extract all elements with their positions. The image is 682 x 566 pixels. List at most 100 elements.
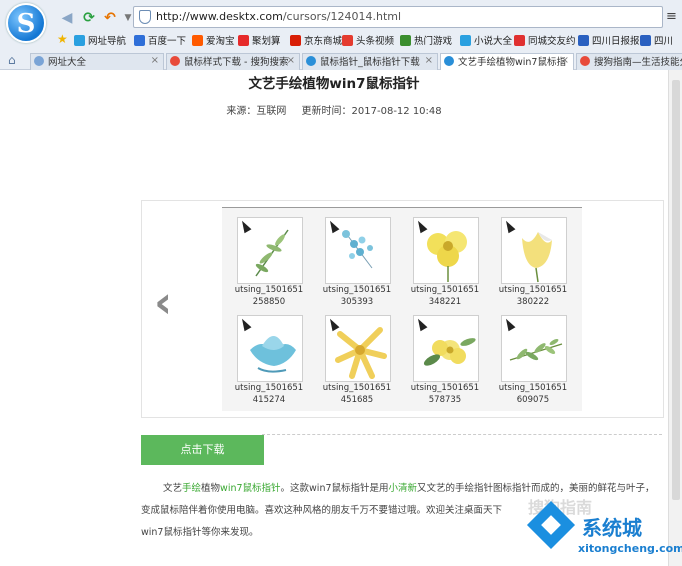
chevron-left-icon[interactable]: ‹ (154, 281, 172, 325)
thumbnail-frame (413, 315, 479, 382)
tab-label: 鼠标指针_鼠标指针下载 (320, 57, 420, 68)
page-content: 文艺手绘植物win7鼠标指针 来源：互联网 更新时间：2017-08-12 10… (0, 70, 668, 566)
thumbnail-frame (413, 217, 479, 284)
tab-label: 文艺手绘植物win7鼠标指 (458, 57, 566, 68)
cursor-thumbnail[interactable]: utsing_1501651 380222 (490, 214, 576, 312)
forward-refresh-icon[interactable]: ⟳ (80, 9, 98, 27)
tab-favicon-icon (580, 56, 590, 66)
favorite-label: 同城交友约 (528, 36, 576, 47)
tab-label: 搜狗指南—生活技能分享 (594, 57, 682, 68)
keyword-link[interactable]: 手绘 (182, 483, 201, 494)
favorite-site-icon (74, 35, 85, 46)
favorite-link[interactable]: 小说大全 (460, 33, 512, 47)
thumbnail-caption: utsing_1501651 305393 (322, 285, 392, 307)
close-icon[interactable]: × (151, 55, 159, 66)
thumbnail-frame (501, 315, 567, 382)
thumbnail-frame (501, 217, 567, 284)
browser-tab[interactable]: 鼠标样式下载 - 搜狗搜索 × (166, 53, 300, 70)
article-updated: 更新时间：2017-08-12 10:48 (301, 106, 442, 117)
watermark: 搜狗指南 系统城 xitongcheng.com (526, 494, 682, 564)
favorite-link[interactable]: 聚划算 (238, 33, 281, 47)
favorite-label: 爱淘宝 (206, 36, 235, 47)
favorite-label: 热门游戏 (414, 36, 453, 47)
address-bar[interactable]: http://www.desktx.com/cursors/124014.htm… (133, 6, 663, 28)
favorite-label: 四川 (654, 36, 674, 47)
star-icon[interactable]: ★ (57, 32, 68, 46)
favorite-link[interactable]: 四川 (640, 33, 673, 47)
thumbnail-frame (237, 217, 303, 284)
favorite-site-icon (134, 35, 145, 46)
article-source: 来源：互联网 (226, 106, 287, 117)
favorite-label: 聚划算 (252, 36, 281, 47)
favorite-site-icon (342, 35, 353, 46)
favorite-link[interactable]: 四川日报报 (578, 33, 640, 47)
close-icon[interactable]: × (561, 55, 569, 66)
close-icon[interactable]: × (425, 55, 433, 66)
security-shield-icon (139, 10, 151, 24)
thumbnail-frame (237, 315, 303, 382)
download-button[interactable]: 点击下载 (141, 435, 264, 465)
menu-icon[interactable]: ≡ (666, 9, 677, 24)
cursor-thumbnail[interactable]: utsing_1501651 305393 (314, 214, 400, 312)
cursor-thumbnail[interactable]: utsing_1501651 258850 (226, 214, 312, 312)
preview-gallery: ‹ utsing_1501651 258850 utsing_1501651 3053… (141, 200, 664, 418)
favorite-label: 头条视频 (356, 36, 395, 47)
favorite-site-icon (400, 35, 411, 46)
favorite-link[interactable]: 热门游戏 (400, 33, 452, 47)
favorite-site-icon (290, 35, 301, 46)
keyword-link[interactable]: 小清新 (389, 483, 418, 494)
url-text[interactable]: http://www.desktx.com/cursors/124014.htm… (156, 10, 401, 23)
tab-favicon-icon (34, 56, 44, 66)
favorite-site-icon (460, 35, 471, 46)
favorite-link[interactable]: 同城交友约 (514, 33, 576, 47)
tab-favicon-icon (444, 56, 454, 66)
cursor-preview-sheet: utsing_1501651 258850 utsing_1501651 305393… (222, 207, 582, 411)
tab-label: 网址大全 (48, 57, 87, 68)
thumbnail-caption: utsing_1501651 609075 (498, 383, 568, 405)
thumbnail-caption: utsing_1501651 578735 (410, 383, 480, 405)
article-title: 文艺手绘植物win7鼠标指针 (248, 76, 420, 92)
favorite-label: 京东商城 (304, 36, 343, 47)
tab-bar: 网址大全 × 鼠标样式下载 - 搜狗搜索 × 鼠标指针_鼠标指针下载 × 文艺手绘植物win… (0, 52, 682, 70)
tab-label: 鼠标样式下载 - 搜狗搜索 (184, 57, 289, 68)
favorite-link[interactable]: 头条视频 (342, 33, 394, 47)
keyword-link[interactable]: win7鼠标指针 (220, 483, 280, 494)
thumbnail-caption: utsing_1501651 348221 (410, 285, 480, 307)
cursor-thumbnail[interactable]: utsing_1501651 578735 (402, 312, 488, 410)
favorite-label: 百度一下 (148, 36, 187, 47)
favorite-site-icon (192, 35, 203, 46)
thumbnail-caption: utsing_1501651 258850 (234, 285, 304, 307)
browser-tab[interactable]: 文艺手绘植物win7鼠标指 × (440, 53, 574, 70)
thumbnail-caption: utsing_1501651 380222 (498, 285, 568, 307)
vertical-scrollbar[interactable] (668, 70, 682, 566)
favorite-site-icon (640, 35, 651, 46)
cursor-thumbnail[interactable]: utsing_1501651 415274 (226, 312, 312, 410)
favorite-link[interactable]: 网址导航 (74, 33, 126, 47)
thumbnail-caption: utsing_1501651 451685 (322, 383, 392, 405)
back-arrow-icon[interactable]: ◀ (58, 9, 76, 27)
favorite-link[interactable]: 爱淘宝 (192, 33, 235, 47)
favorite-site-icon (514, 35, 525, 46)
favorite-label: 小说大全 (474, 36, 513, 47)
favorite-label: 四川日报报 (592, 36, 640, 47)
favorite-site-icon (578, 35, 589, 46)
undo-icon[interactable]: ↶ (101, 9, 119, 27)
cursor-thumbnail[interactable]: utsing_1501651 609075 (490, 312, 576, 410)
favorite-site-icon (238, 35, 249, 46)
favorite-link[interactable]: 京东商城 (290, 33, 342, 47)
favorite-link[interactable]: 百度一下 (134, 33, 186, 47)
close-icon[interactable]: × (287, 55, 295, 66)
watermark-site: xitongcheng.com (578, 542, 682, 555)
tab-favicon-icon (306, 56, 316, 66)
cursor-thumbnail[interactable]: utsing_1501651 451685 (314, 312, 400, 410)
scrollbar-thumb[interactable] (672, 80, 680, 500)
article-meta: 来源：互联网 更新时间：2017-08-12 10:48 (0, 102, 668, 117)
browser-tab[interactable]: 网址大全 × (30, 53, 164, 70)
home-icon[interactable]: ⌂ (8, 53, 16, 67)
thumbnail-frame (325, 315, 391, 382)
browser-tab[interactable]: 搜狗指南—生活技能分享× (576, 53, 682, 70)
cursor-thumbnail[interactable]: utsing_1501651 348221 (402, 214, 488, 312)
favorite-label: 网址导航 (88, 36, 127, 47)
favorites-bar: ★ 网址导航 百度一下 爱淘宝 聚划算 京东商城 头条视频 热门游戏 小说大全 同城交友约 四川日… (0, 31, 682, 51)
browser-tab[interactable]: 鼠标指针_鼠标指针下载 × (302, 53, 438, 70)
